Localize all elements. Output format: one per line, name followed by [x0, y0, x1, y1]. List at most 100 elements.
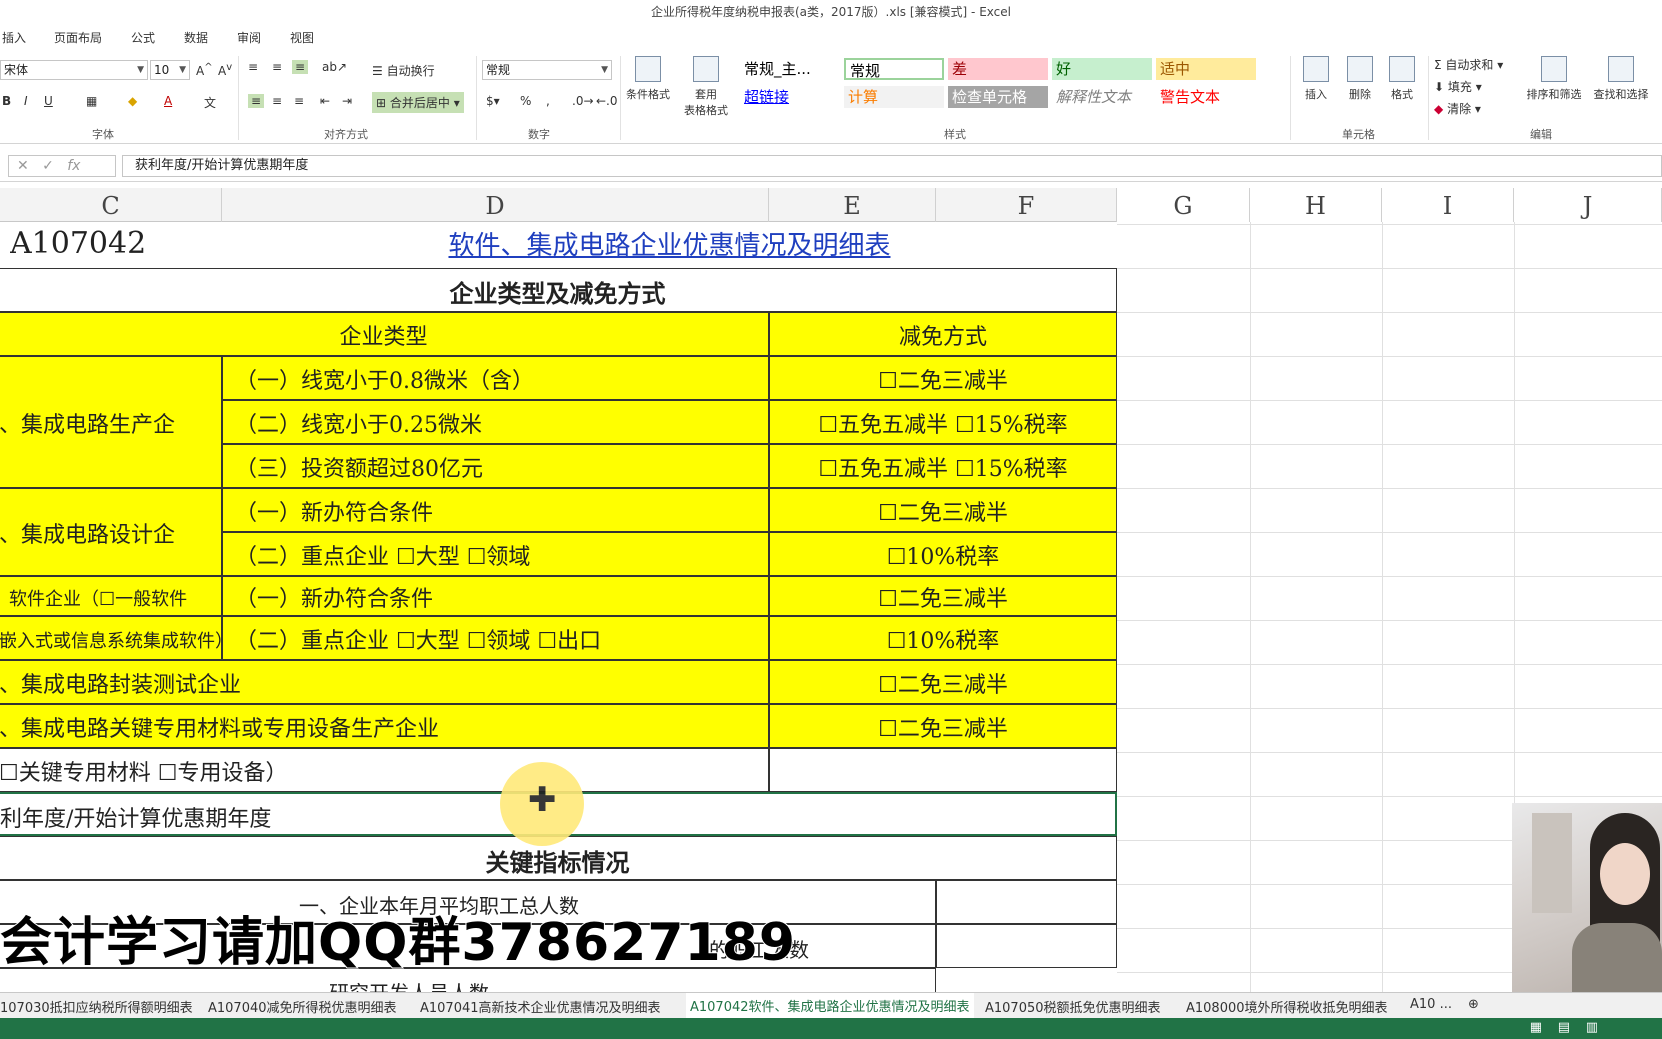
col-header-i[interactable]: I [1382, 188, 1514, 222]
font-group-label: 字体 [92, 128, 114, 141]
grow-font-button[interactable]: A^ [196, 62, 213, 78]
cell-style-0[interactable]: 常规_主... [740, 58, 840, 80]
page-layout-icon[interactable]: ▤ [1558, 1020, 1570, 1035]
cell-style-5[interactable]: 超链接 [740, 86, 840, 108]
col-header-d[interactable]: D [222, 188, 769, 222]
fill-button[interactable]: ⬇ 填充 ▾ [1434, 78, 1482, 95]
wrap-text-button[interactable]: ☰ 自动换行 [372, 62, 435, 79]
format-as-table-button[interactable]: 套用 表格格式 [676, 56, 736, 118]
cell-style-3[interactable]: 好 [1052, 58, 1152, 80]
reduction-method-3[interactable]: ☐二免三减半 [769, 488, 1117, 532]
worksheet-grid[interactable]: A107042 软件、集成电路企业优惠情况及明细表 企业类型及减免方式 企业类型… [0, 222, 1662, 992]
tab-insert[interactable]: 插入 [2, 29, 26, 46]
sheet-tab-3[interactable]: A107042软件、集成电路企业优惠情况及明细表 [686, 993, 974, 1020]
sheet-tab-4[interactable]: A107050税额抵免优惠明细表 [985, 997, 1161, 1016]
align-middle-icon[interactable]: ≡ [272, 60, 282, 74]
sort-filter-button[interactable]: 排序和筛选 [1522, 56, 1586, 102]
staff-sub-value[interactable] [936, 924, 1117, 968]
font-color-button[interactable]: A [164, 94, 172, 108]
materials-checkbox-row[interactable]: ☐关键专用材料 ☐专用设备） [0, 748, 769, 792]
tab-page-layout[interactable]: 页面布局 [54, 29, 102, 46]
sort-filter-icon [1541, 56, 1567, 82]
cell-style-7[interactable]: 检查单元格 [948, 86, 1048, 108]
reduction-method-6[interactable]: ☐10%税率 [769, 616, 1117, 660]
cell-style-4[interactable]: 适中 [1156, 58, 1256, 80]
tab-view[interactable]: 视图 [290, 29, 314, 46]
sheet-tab-1[interactable]: A107040减免所得税优惠明细表 [208, 997, 397, 1016]
find-select-button[interactable]: 查找和选择 [1588, 56, 1654, 102]
col-header-g[interactable]: G [1117, 188, 1250, 222]
col-header-f[interactable]: F [936, 188, 1117, 222]
page-break-icon[interactable]: ▥ [1586, 1020, 1598, 1035]
cell-style-1[interactable]: 常规 [844, 58, 944, 80]
align-center-icon[interactable]: ≡ [272, 94, 282, 108]
col-header-e[interactable]: E [769, 188, 936, 222]
col-header-j[interactable]: J [1514, 188, 1662, 222]
sheet-tab-2[interactable]: A107041高新技术企业优惠情况及明细表 [420, 997, 661, 1016]
align-top-icon[interactable]: ≡ [248, 60, 258, 74]
formula-input[interactable]: 获利年度/开始计算优惠期年度 [122, 155, 1662, 177]
col-header-h[interactable]: H [1250, 188, 1382, 222]
cell-style-2[interactable]: 差 [948, 58, 1048, 80]
conditional-format-button[interactable]: 条件格式 [622, 56, 674, 102]
increase-decimal-icon[interactable]: .0→ [572, 94, 594, 108]
materials-empty-cell[interactable] [769, 748, 1117, 792]
sheet-tab-0[interactable]: 107030抵扣应纳税所得额明细表 [0, 997, 193, 1016]
comma-button[interactable]: , [546, 94, 550, 108]
currency-icon[interactable]: $▾ [486, 94, 500, 108]
normal-view-icon[interactable]: ▦ [1530, 1020, 1542, 1035]
phonetic-icon[interactable]: 文 [204, 94, 216, 111]
cell-style-9[interactable]: 警告文本 [1156, 86, 1256, 108]
shrink-font-button[interactable]: Av [218, 62, 232, 78]
tab-formulas[interactable]: 公式 [131, 29, 155, 46]
sheet-tab-5[interactable]: A108000境外所得税收抵免明细表 [1186, 997, 1388, 1016]
tab-data[interactable]: 数据 [184, 29, 208, 46]
staff-total-value[interactable] [936, 880, 1117, 924]
reduction-method-5[interactable]: ☐二免三减半 [769, 576, 1117, 616]
cell-style-6[interactable]: 计算 [844, 86, 944, 108]
eraser-icon: ◆ [1434, 102, 1444, 116]
tab-review[interactable]: 审阅 [237, 29, 261, 46]
table-icon [693, 56, 719, 82]
reduction-method-1[interactable]: ☐五免五减半 ☐15%税率 [769, 400, 1117, 444]
font-size-select[interactable]: 10 ▼ [150, 60, 190, 80]
insert-cells-button[interactable]: 插入 [1296, 56, 1336, 102]
cells-group-label: 单元格 [1342, 128, 1375, 141]
format-cells-button[interactable]: 格式 [1382, 56, 1422, 102]
add-sheet-icon[interactable]: ⊕ [1468, 997, 1479, 1012]
align-left-icon[interactable]: ≡ [248, 94, 265, 108]
reduction-method-7[interactable]: ☐二免三减半 [769, 660, 1117, 704]
border-icon[interactable]: ▦ [86, 94, 97, 108]
reduction-method-2[interactable]: ☐五免五减半 ☐15%税率 [769, 444, 1117, 488]
autosum-button[interactable]: Σ 自动求和 ▾ [1434, 56, 1503, 73]
underline-button[interactable]: U [44, 94, 53, 108]
cell-style-8[interactable]: 解释性文本 [1052, 86, 1152, 108]
enterprise-subtype-3: （一）新办符合条件 [222, 488, 769, 532]
watermark-text: 会计学习请加QQ群378627189 [0, 912, 797, 974]
italic-button[interactable]: I [24, 94, 28, 108]
percent-button[interactable]: % [520, 94, 531, 108]
sigma-icon: Σ [1434, 58, 1442, 72]
increase-indent-icon[interactable]: ⇥ [342, 94, 352, 108]
reduction-method-4[interactable]: ☐10%税率 [769, 532, 1117, 576]
form-title[interactable]: 软件、集成电路企业优惠情况及明细表 [222, 224, 1117, 264]
font-name-select[interactable]: 宋体 ▼ [0, 60, 148, 80]
merge-center-button[interactable]: ⊞ 合并后居中 ▾ [372, 92, 464, 113]
number-format-select[interactable]: 常规 ▼ [482, 60, 612, 80]
decrease-decimal-icon[interactable]: ←.0 [596, 94, 618, 108]
fill-color-icon[interactable]: ◆ [128, 94, 137, 108]
decrease-indent-icon[interactable]: ⇤ [320, 94, 330, 108]
styles-group-label: 样式 [944, 128, 966, 141]
sheet-tab-6[interactable]: A10 ... [1410, 997, 1452, 1012]
col-header-c[interactable]: C [0, 188, 222, 222]
align-right-icon[interactable]: ≡ [294, 94, 304, 108]
align-bottom-icon[interactable]: ≡ [292, 60, 309, 74]
delete-cells-button[interactable]: 删除 [1340, 56, 1380, 102]
name-box[interactable]: ✕ ✓ fx [8, 155, 116, 177]
bold-button[interactable]: B [2, 94, 11, 108]
orientation-icon[interactable]: ab↗ [322, 60, 347, 74]
reduction-method-0[interactable]: ☐二免三减半 [769, 356, 1117, 400]
reduction-method-8[interactable]: ☐二免三减半 [769, 704, 1117, 748]
clear-button[interactable]: ◆ 清除 ▾ [1434, 100, 1481, 117]
formula-bar: ✕ ✓ fx 获利年度/开始计算优惠期年度 [0, 150, 1662, 182]
